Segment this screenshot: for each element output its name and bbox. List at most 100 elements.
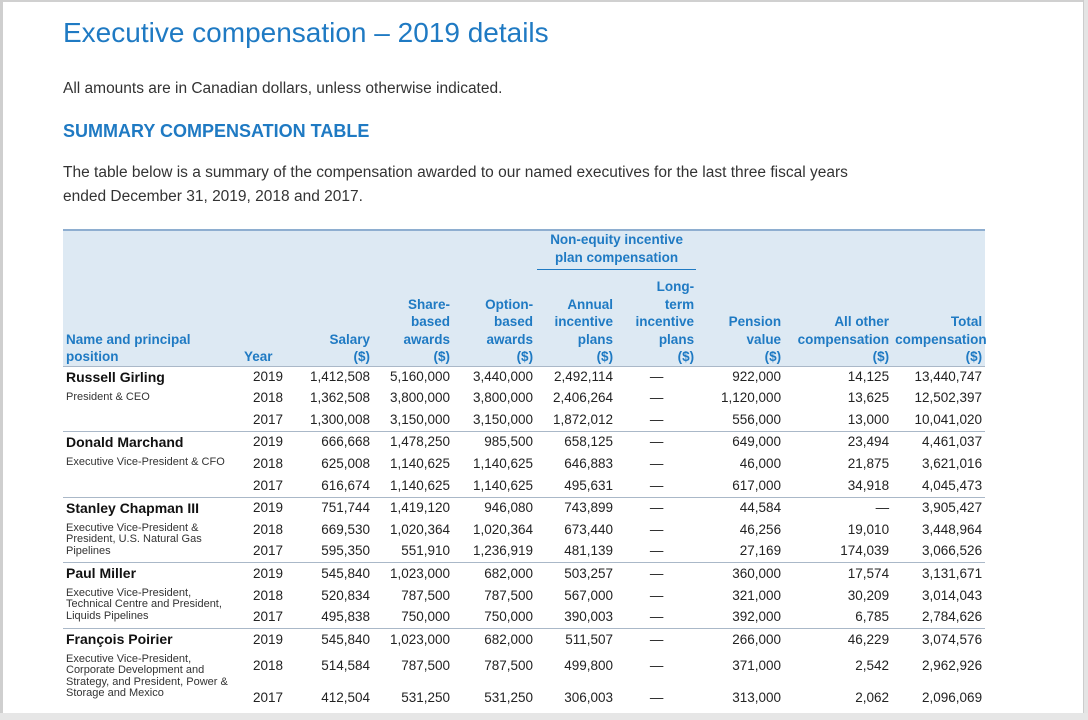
option-cell: 1,140,625 (473, 478, 534, 494)
annual-cell: 499,800 (564, 657, 614, 673)
viewer-scrollbar[interactable] (1083, 0, 1088, 720)
share-cell: 3,800,000 (389, 390, 450, 405)
option-cell: 787,500 (484, 657, 534, 673)
annual-cell: 2,406,264 (553, 390, 614, 405)
col-header-name: Name and principal position (63, 272, 241, 366)
option-cell: 682,000 (453, 627, 537, 650)
col-header-option: Option-based awards ($) (453, 272, 537, 366)
share-cell: 1,140,625 (389, 478, 450, 494)
salary-cell: 666,668 (295, 430, 373, 452)
pension-cell: 44,584 (697, 496, 785, 518)
col-header-year: Year (241, 272, 295, 366)
col-header-annual-label: Annual incentive plans ($) (554, 296, 614, 365)
salary-cell: 616,674 (321, 478, 370, 494)
col-header-share: Share-based awards ($) (373, 272, 453, 366)
col-header-other: All other compensation ($) (784, 272, 893, 366)
col-header-total: Total compensation ($) (892, 272, 987, 366)
annual-cell: 567,000 (564, 587, 614, 603)
salary-cell: 495,838 (321, 609, 370, 625)
pension-cell: 321,000 (732, 587, 782, 603)
col-header-share-label: Share-based awards ($) (403, 296, 450, 365)
year-cell: 2019 (241, 430, 295, 452)
annual-cell: 390,003 (564, 609, 614, 625)
year-cell: 2017 (252, 543, 284, 559)
other-cell: 23,494 (784, 430, 893, 452)
year-cell: 2019 (241, 496, 295, 518)
year-cell: 2018 (252, 521, 284, 537)
other-cell: 13,625 (847, 390, 890, 405)
executive-title: Executive Vice-President, Technical Cent… (66, 586, 222, 622)
executive-cell: François Poirier Executive Vice-President… (63, 627, 241, 714)
year-cell: 2017 (252, 478, 284, 494)
share-cell: 3,150,000 (389, 411, 450, 427)
longterm-cell: — (649, 657, 664, 673)
executive-cell: Russell Girling President & CEO (63, 365, 241, 431)
col-header-year-label: Year (244, 349, 273, 364)
total-cell: 3,448,964 (922, 521, 983, 537)
executive-title: Executive Vice-President & CFO (66, 455, 225, 468)
other-cell: — (784, 496, 893, 518)
currency-note: All amounts are in Canadian dollars, unl… (63, 80, 503, 97)
year-cell: 2017 (252, 609, 284, 625)
executive-cell: Stanley Chapman III Executive Vice-Presid… (63, 496, 241, 562)
option-cell: 3,800,000 (473, 390, 534, 405)
other-cell: 2,542 (855, 657, 890, 673)
other-cell: 46,229 (784, 627, 893, 650)
other-cell: 34,918 (847, 478, 890, 494)
year-cell: 2019 (241, 365, 295, 387)
pension-cell: 266,000 (697, 627, 785, 650)
share-cell: 750,000 (401, 609, 450, 625)
executive-name: Donald Marchand (66, 433, 184, 450)
group-header-non-equity: Non-equity incentive plan compensation (536, 229, 698, 272)
other-cell: 2,062 (855, 689, 890, 705)
longterm-cell: — (616, 365, 698, 387)
annual-cell: 495,631 (564, 478, 614, 494)
col-header-longterm: Long-term incentive plans ($) (616, 272, 698, 366)
table-row: Donald Marchand Executive Vice-President … (63, 430, 986, 497)
intro-paragraph: The table below is a summary of the comp… (63, 164, 848, 205)
longterm-cell: — (649, 521, 664, 537)
total-cell: 2,784,626 (922, 609, 983, 625)
pension-cell: 360,000 (697, 561, 785, 584)
table-row: Paul Miller Executive Vice-President, Tec… (63, 561, 986, 628)
pension-cell: 27,169 (739, 543, 782, 559)
table-row: Russell Girling President & CEO 2019 1,412,… (63, 365, 986, 431)
col-header-name-label: Name and principal position (66, 331, 191, 365)
share-cell: 1,020,364 (389, 521, 450, 537)
annual-cell: 658,125 (536, 430, 617, 452)
longterm-cell: — (649, 390, 664, 405)
salary-cell: 1,300,008 (309, 411, 370, 427)
option-cell: 985,500 (453, 430, 537, 452)
pension-cell: 313,000 (732, 689, 782, 705)
option-cell: 3,440,000 (453, 365, 537, 387)
total-cell: 4,461,037 (892, 430, 986, 452)
viewer-bottom-border (0, 713, 1088, 720)
executive-title: Executive Vice-President, Corporate Deve… (66, 652, 228, 699)
col-header-other-label: All other compensation ($) (797, 314, 890, 364)
share-cell: 531,250 (401, 689, 450, 705)
salary-cell: 751,744 (295, 496, 373, 518)
year-cell: 2019 (241, 627, 295, 650)
longterm-cell: — (649, 587, 664, 603)
annual-cell: 1,872,012 (553, 411, 614, 427)
section-heading: SUMMARY COMPENSATION TABLE (63, 121, 370, 141)
pension-cell: 556,000 (732, 411, 782, 427)
other-cell: 21,875 (847, 456, 890, 471)
other-cell: 13,000 (847, 411, 890, 427)
share-cell: 787,500 (401, 587, 450, 603)
annual-cell: 503,257 (536, 561, 617, 584)
executive-name: Paul Miller (66, 564, 137, 581)
other-cell: 6,785 (855, 609, 890, 625)
option-cell: 787,500 (484, 587, 534, 603)
total-cell: 3,905,427 (892, 496, 986, 518)
table-body: Russell Girling President & CEO 2019 1,412,… (63, 365, 986, 714)
viewer-left-border (0, 0, 3, 720)
pension-cell: 46,000 (739, 456, 782, 471)
option-cell: 531,250 (484, 689, 534, 705)
option-cell: 1,140,625 (473, 456, 534, 471)
salary-cell: 595,350 (321, 543, 370, 559)
longterm-cell: — (616, 561, 698, 584)
year-cell: 2018 (252, 456, 284, 471)
year-cell: 2018 (252, 657, 284, 673)
share-cell: 1,478,250 (373, 430, 453, 452)
